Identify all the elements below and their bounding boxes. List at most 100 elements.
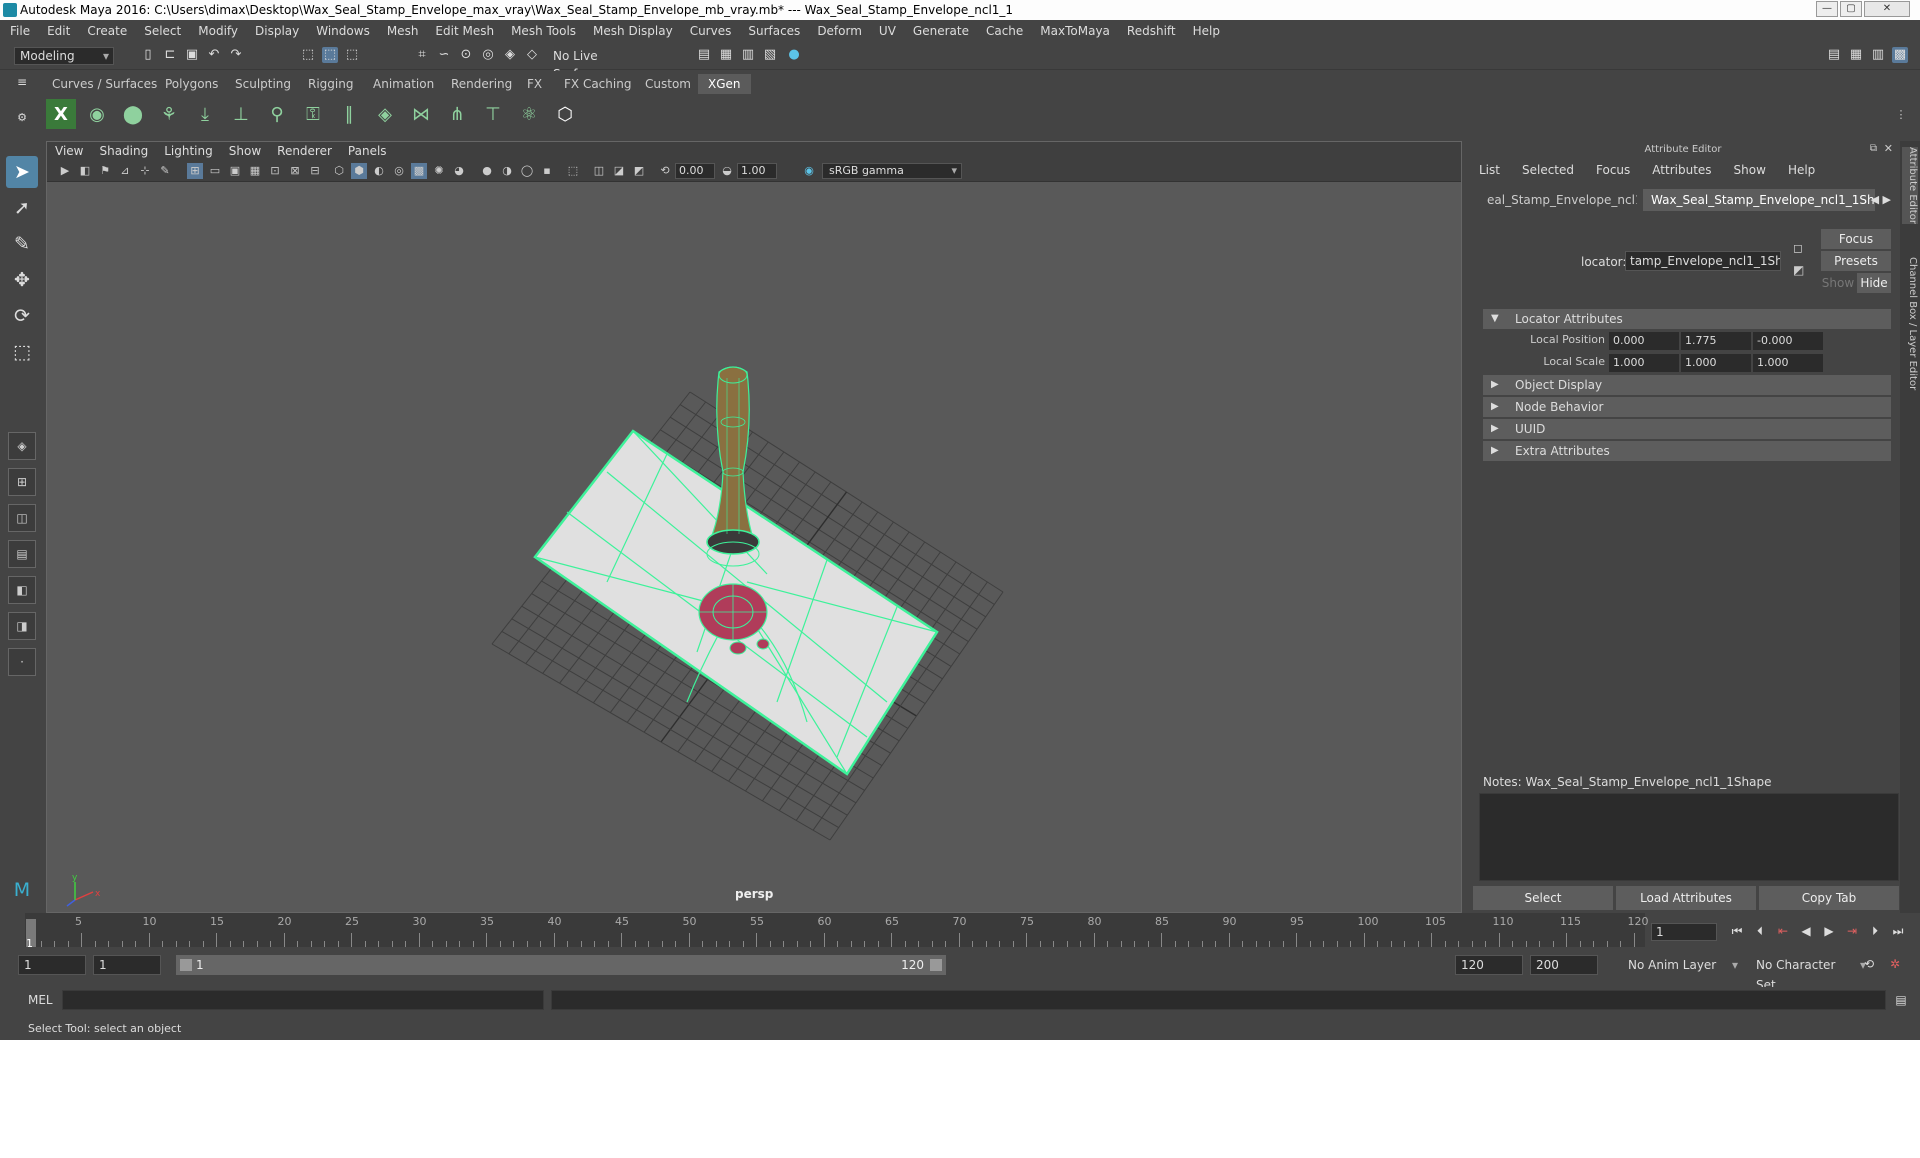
- view-transform-dropdown[interactable]: sRGB gamma: [822, 163, 962, 179]
- new-scene-icon[interactable]: ▯: [140, 47, 156, 63]
- xgen-comb-icon[interactable]: ∥: [334, 99, 364, 129]
- anim-layer-dropdown[interactable]: No Anim Layer: [1624, 955, 1738, 975]
- layout-two-icon[interactable]: ◫: [8, 504, 36, 532]
- smooth-shade-icon[interactable]: ⬢: [351, 163, 367, 179]
- xray-joints-icon[interactable]: ◪: [611, 163, 627, 179]
- animation-prefs-icon[interactable]: ✲: [1886, 955, 1904, 973]
- anti-aliasing-icon[interactable]: ◯: [519, 163, 535, 179]
- attribute-editor-toggle-icon[interactable]: ▦: [1848, 47, 1864, 63]
- mel-input[interactable]: [62, 990, 544, 1010]
- field-chart-icon[interactable]: ⊡: [267, 163, 283, 179]
- depth-of-field-icon[interactable]: ▪: [539, 163, 555, 179]
- focus-button[interactable]: Focus: [1821, 229, 1891, 249]
- render-settings-icon[interactable]: ▧: [762, 47, 778, 63]
- range-start-handle[interactable]: [180, 959, 192, 971]
- maximize-button[interactable]: ▢: [1840, 1, 1862, 17]
- local-position-y[interactable]: 1.775: [1681, 332, 1751, 350]
- isolate-select-icon[interactable]: ⬚: [565, 163, 581, 179]
- xgen-create-description-icon[interactable]: ⬤: [118, 99, 148, 129]
- camera-attributes-icon[interactable]: ◧: [77, 163, 93, 179]
- layout-outliner-icon[interactable]: ▤: [8, 540, 36, 568]
- scale-tool-icon[interactable]: ⬚: [6, 336, 38, 368]
- live-surface-field[interactable]: No Live Surface: [553, 47, 643, 81]
- menu-create[interactable]: Create: [87, 24, 127, 38]
- local-position-x[interactable]: 0.000: [1609, 332, 1679, 350]
- grid-toggle-icon[interactable]: ⊞: [187, 163, 203, 179]
- shadows-icon[interactable]: ◕: [451, 163, 467, 179]
- shelf-tab-rigging[interactable]: Rigging: [298, 74, 363, 94]
- mode-selector[interactable]: Modeling: [14, 47, 114, 65]
- xgen-bend-icon[interactable]: ⋈: [406, 99, 436, 129]
- select-component-icon[interactable]: ⬚: [344, 47, 360, 63]
- ae-menu-help[interactable]: Help: [1788, 163, 1815, 181]
- layout-split-icon[interactable]: ◨: [8, 612, 36, 640]
- ae-menu-focus[interactable]: Focus: [1596, 163, 1630, 181]
- play-forwards-icon[interactable]: ▶: [1820, 922, 1838, 940]
- local-scale-z[interactable]: 1.000: [1753, 354, 1823, 372]
- layout-single-icon[interactable]: ◈: [8, 432, 36, 460]
- color-management-icon[interactable]: ◉: [801, 163, 817, 179]
- snap-surface-icon[interactable]: ◈: [502, 47, 518, 63]
- menu-mesh-display[interactable]: Mesh Display: [593, 24, 673, 38]
- xgen-lock-guide-icon[interactable]: ⚿: [298, 99, 328, 129]
- hypershade-icon[interactable]: ●: [786, 47, 802, 63]
- menu-curves[interactable]: Curves: [690, 24, 732, 38]
- xgen-layers-icon[interactable]: ◈: [370, 99, 400, 129]
- grease-pencil-icon[interactable]: ✎: [157, 163, 173, 179]
- channel-box-toggle-icon[interactable]: ▩: [1892, 47, 1908, 63]
- viewport-menu-view[interactable]: View: [55, 144, 83, 158]
- side-tab-channel-box[interactable]: Channel Box / Layer Editor: [1902, 257, 1918, 390]
- menu-deform[interactable]: Deform: [817, 24, 862, 38]
- menu-uv[interactable]: UV: [879, 24, 896, 38]
- local-scale-x[interactable]: 1.000: [1609, 354, 1679, 372]
- notes-textarea[interactable]: [1479, 793, 1899, 881]
- mel-label[interactable]: MEL: [28, 993, 53, 1007]
- select-hierarchy-icon[interactable]: ⬚: [300, 47, 316, 63]
- xgen-grow-icon[interactable]: ⋔: [442, 99, 472, 129]
- copy-tab-button[interactable]: Copy Tab: [1759, 886, 1899, 910]
- auto-key-icon[interactable]: ⟲: [1860, 955, 1878, 973]
- rotate-tool-icon[interactable]: ⟳: [6, 300, 38, 332]
- ipr-render-icon[interactable]: ▥: [740, 47, 756, 63]
- menu-help[interactable]: Help: [1193, 24, 1220, 38]
- viewport-menu-shading[interactable]: Shading: [99, 144, 148, 158]
- 2d-pan-zoom-icon[interactable]: ⊹: [137, 163, 153, 179]
- redo-icon[interactable]: ↷: [228, 47, 244, 63]
- textured-icon[interactable]: ▩: [411, 163, 427, 179]
- select-tool-icon[interactable]: ➤: [6, 156, 38, 188]
- shelf-tab-fx[interactable]: FX: [517, 74, 552, 94]
- close-panel-icon[interactable]: ✕: [1884, 142, 1893, 155]
- save-scene-icon[interactable]: ▣: [184, 47, 200, 63]
- viewport-menu-renderer[interactable]: Renderer: [277, 144, 332, 158]
- wireframe-icon[interactable]: ⬡: [331, 163, 347, 179]
- animation-end-field[interactable]: 200: [1530, 955, 1598, 975]
- viewport-menu-panels[interactable]: Panels: [348, 144, 387, 158]
- section-node-behavior[interactable]: ▶ Node Behavior: [1483, 397, 1891, 417]
- menu-cache[interactable]: Cache: [986, 24, 1023, 38]
- xray-icon[interactable]: ◫: [591, 163, 607, 179]
- node-name-field[interactable]: tamp_Envelope_ncl1_1Shape: [1625, 251, 1781, 271]
- gamma-reset-icon[interactable]: ◒: [719, 163, 735, 179]
- go-to-end-icon[interactable]: ⏭: [1889, 922, 1907, 940]
- step-back-icon[interactable]: ⏴: [1751, 922, 1769, 940]
- float-panel-icon[interactable]: ⧉: [1870, 143, 1877, 154]
- menu-mesh-tools[interactable]: Mesh Tools: [511, 24, 576, 38]
- load-attributes-button[interactable]: Load Attributes: [1616, 886, 1756, 910]
- menu-display[interactable]: Display: [255, 24, 299, 38]
- ambient-occlusion-icon[interactable]: ●: [479, 163, 495, 179]
- menu-maxtomaya[interactable]: MaxToMaya: [1040, 24, 1110, 38]
- playback-end-field[interactable]: 120: [1455, 955, 1523, 975]
- minimize-button[interactable]: —: [1816, 1, 1838, 17]
- menu-select[interactable]: Select: [144, 24, 181, 38]
- lasso-tool-icon[interactable]: ➚: [6, 192, 38, 224]
- shelf-tab-rendering[interactable]: Rendering: [441, 74, 522, 94]
- range-end-handle[interactable]: [930, 959, 942, 971]
- xgen-add-guide-icon[interactable]: ⤓: [190, 99, 220, 129]
- layout-four-icon[interactable]: ⊞: [8, 468, 36, 496]
- play-backwards-icon[interactable]: ◀: [1797, 922, 1815, 940]
- shelf-tab-fx-caching[interactable]: FX Caching: [554, 74, 641, 94]
- show-node-icon[interactable]: ◩: [1793, 263, 1804, 277]
- shelf-scroll-icon[interactable]: ⋮: [1892, 99, 1910, 129]
- exposure-field[interactable]: 0.00: [675, 163, 715, 179]
- close-button[interactable]: ✕: [1864, 1, 1910, 17]
